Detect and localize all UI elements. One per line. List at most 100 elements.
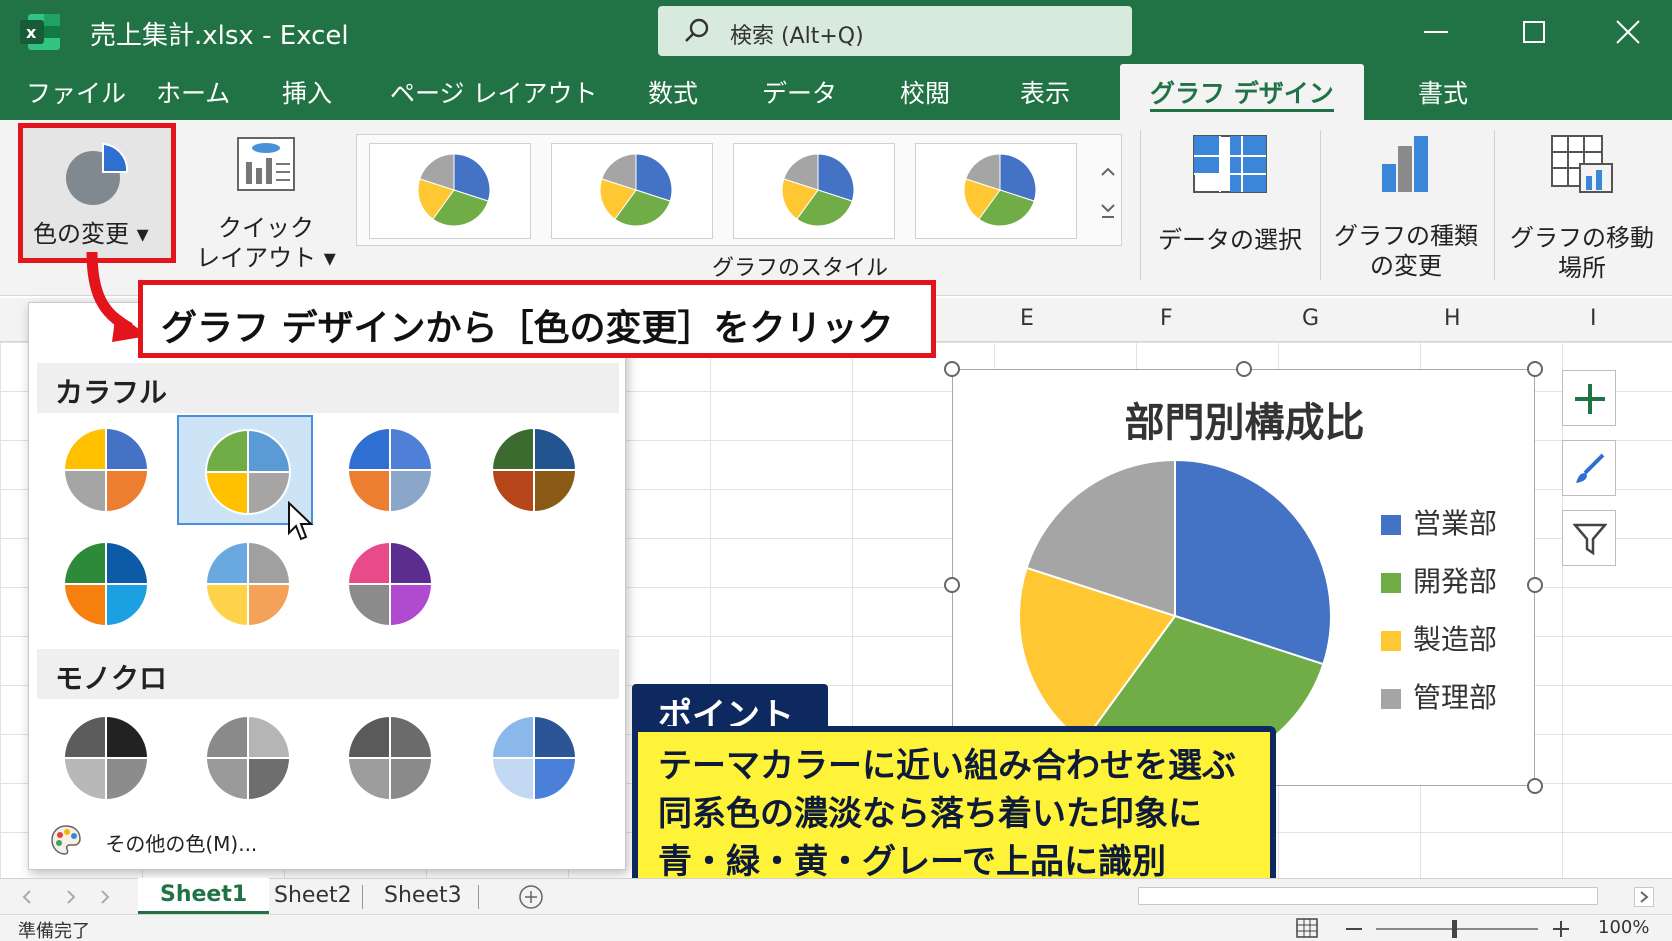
legend-label: 管理部 [1413,681,1498,714]
palette-wedge [533,757,578,802]
pie-chart[interactable]: 部門別構成比 営業部 開発部 製造部 管理部 [952,369,1535,786]
palette-wedge [204,471,249,516]
chart-elements-button[interactable] [1562,370,1616,426]
sheet-tab-2[interactable]: Sheet2 [274,883,352,908]
change-chart-type-label-1: グラフの種類 [1334,222,1478,250]
horizontal-scrollbar[interactable] [1138,887,1598,905]
chart-style-1[interactable] [369,143,531,239]
palette-wedge [346,469,391,514]
color-palette-mono-3[interactable] [321,703,457,813]
maximize-icon [1523,21,1545,43]
color-palette-colorful-3[interactable] [321,415,457,525]
palette-wedge [62,469,107,514]
resize-handle[interactable] [1527,361,1543,377]
maximize-button[interactable] [1504,10,1564,54]
column-header-h[interactable]: H [1444,306,1461,331]
minimize-button[interactable] [1406,10,1466,54]
palette-wedge [533,469,578,514]
legend-item-manufacturing[interactable]: 製造部 [1381,618,1497,658]
quick-layout-button[interactable]: クイック レイアウト ▾ [196,136,336,276]
chart-style-4[interactable] [915,143,1077,239]
legend-swatch [1381,515,1401,535]
palette-wedge [247,583,292,628]
move-chart-button[interactable]: グラフの移動 場所 [1500,134,1664,284]
zoom-slider[interactable] [1376,928,1538,930]
chart-style-3[interactable] [733,143,895,239]
zoom-out-icon[interactable] [1346,927,1362,931]
tab-chart-design[interactable]: グラフ デザイン [1120,64,1364,120]
legend-item-administration[interactable]: 管理部 [1381,676,1497,716]
color-palette-mono-4[interactable] [465,703,601,813]
select-data-button[interactable]: データの選択 [1150,134,1310,284]
scroll-right-icon[interactable] [1634,887,1654,907]
color-palette-colorful-6[interactable] [179,529,315,639]
palette-wedge [389,426,434,471]
ribbon: 色の変更 ▾ クイック レイアウト ▾ グラフのスタイル データの選択 グラフの… [0,120,1672,296]
palette-wedge [204,583,249,628]
tab-review[interactable]: 校閲 [900,74,950,110]
palette-wedge [204,757,249,802]
palette-wedge [389,469,434,514]
column-header-i[interactable]: I [1590,306,1597,331]
color-palette-colorful-4[interactable] [465,415,601,525]
instruction-callout: グラフ デザインから［色の変更］をクリック [138,280,936,358]
color-palette-colorful-7[interactable] [321,529,457,639]
tab-view[interactable]: 表示 [1020,74,1070,110]
color-palette-colorful-5[interactable] [37,529,173,639]
palette-preview [204,540,292,628]
zoom-slider-thumb[interactable] [1452,920,1457,938]
legend-item-sales[interactable]: 営業部 [1381,502,1497,542]
ribbon-divider [1140,130,1141,280]
resize-handle[interactable] [1527,577,1543,593]
resize-handle[interactable] [944,361,960,377]
excel-logo-icon: x [18,10,62,54]
resize-handle[interactable] [944,577,960,593]
point-line-2: 同系色の濃淡なら落ち着いた印象に [658,794,1202,834]
change-colors-button[interactable]: 色の変更 ▾ [18,123,176,263]
plus-icon [1575,384,1605,414]
ribbon-tabs: ファイル ホーム 挿入 ページ レイアウト 数式 データ 校閲 表示 グラフ デ… [0,62,1672,120]
chart-filters-button[interactable] [1562,510,1616,566]
more-colors-button[interactable]: その他の色(M)... [49,823,257,862]
gallery-scroll-icon[interactable] [1097,155,1119,235]
search-box[interactable]: 検索 (Alt+Q) [658,6,1132,56]
resize-handle[interactable] [1236,361,1252,377]
palette-wedge [389,540,434,585]
palette-preview [346,714,434,802]
color-palette-colorful-1[interactable] [37,415,173,525]
chart-style-2[interactable] [551,143,713,239]
zoom-level[interactable]: 100% [1598,917,1649,938]
chart-styles-button[interactable] [1562,440,1616,496]
tab-insert[interactable]: 挿入 [282,74,332,110]
legend-item-development[interactable]: 開発部 [1381,560,1497,600]
change-chart-type-button[interactable]: グラフの種類 の変更 [1326,134,1486,284]
column-header-f[interactable]: F [1160,306,1173,331]
palette-preview [490,426,578,514]
zoom-in-icon[interactable] [1552,920,1570,938]
resize-handle[interactable] [1527,778,1543,794]
tab-home[interactable]: ホーム [156,74,230,110]
palette-wedge [533,426,578,471]
sheet-tab-3[interactable]: Sheet3 [384,883,462,908]
palette-preview [204,428,292,516]
tab-data[interactable]: データ [762,74,837,110]
change-chart-type-label-2: の変更 [1370,252,1442,280]
column-header-g[interactable]: G [1302,306,1319,331]
normal-view-icon[interactable] [1296,918,1318,938]
sheet-tab-1[interactable]: Sheet1 [138,878,270,914]
sheet-nav-icon[interactable] [18,889,118,905]
tab-file[interactable]: ファイル [26,74,126,110]
palette-wedge [389,714,434,759]
palette-preview [204,714,292,802]
tab-page-layout[interactable]: ページ レイアウト [390,74,597,110]
add-sheet-icon[interactable] [518,884,544,910]
close-button[interactable] [1598,10,1658,54]
color-palette-mono-1[interactable] [37,703,173,813]
palette-wedge [490,426,535,471]
column-header-e[interactable]: E [1020,306,1034,331]
tab-formulas[interactable]: 数式 [648,74,698,110]
color-palette-mono-2[interactable] [179,703,315,813]
point-line-1: テーマカラーに近い組み合わせを選ぶ [658,746,1236,786]
tab-format[interactable]: 書式 [1418,74,1468,110]
palette-wedge [62,714,107,759]
